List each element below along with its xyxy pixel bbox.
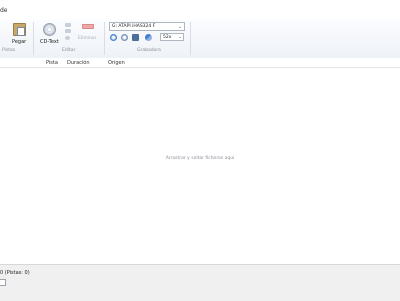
eject-icon[interactable]	[132, 34, 139, 41]
chevron-down-icon: ⌄	[177, 24, 182, 30]
arrow-icon[interactable]	[65, 29, 71, 33]
group-divider	[104, 22, 105, 55]
column-duration[interactable]: Duración	[67, 60, 90, 66]
cd-icon	[42, 23, 56, 36]
menu-item-fragment[interactable]: de	[0, 7, 8, 14]
menu-bar: de	[0, 0, 400, 20]
drop-zone-hint: Arrastrar y soltar ficheros aquí	[165, 156, 235, 161]
group-divider	[190, 22, 191, 55]
group-label-edit: Editar	[62, 48, 76, 53]
group-label-tracks: Pistas	[2, 48, 16, 53]
group-divider	[33, 22, 34, 55]
speed-select[interactable]: 52x ⌄	[160, 33, 184, 41]
erase-disc-icon[interactable]	[121, 34, 128, 41]
status-bar: 0 (Pistas: 0)	[0, 264, 400, 301]
ribbon-toolbar: Pegar Pistas CD-Text Eliminar Editar G: …	[0, 20, 400, 59]
group-label-burner: Grabadora	[137, 48, 161, 53]
gear-icon[interactable]	[65, 36, 70, 40]
drive-select[interactable]: G: ATAPI iHAS324 F ⌄	[109, 22, 185, 31]
paste-button[interactable]: Pegar	[12, 23, 26, 45]
chevron-down-icon: ⌄	[178, 35, 182, 40]
music-note-icon[interactable]	[65, 23, 71, 27]
refresh-icon[interactable]	[145, 34, 152, 41]
status-summary: 0 (Pistas: 0)	[0, 270, 30, 276]
remove-icon[interactable]	[82, 24, 94, 29]
track-list-header: Pista Duración Origen	[0, 58, 400, 68]
column-track[interactable]: Pista	[46, 60, 58, 66]
clipboard-icon	[12, 23, 26, 36]
burn-icon[interactable]	[110, 34, 117, 41]
status-control[interactable]	[0, 279, 6, 286]
column-source[interactable]: Origen	[108, 60, 125, 66]
remove-button[interactable]: Eliminar	[78, 36, 96, 41]
cdtext-button[interactable]: CD-Text	[40, 23, 59, 45]
